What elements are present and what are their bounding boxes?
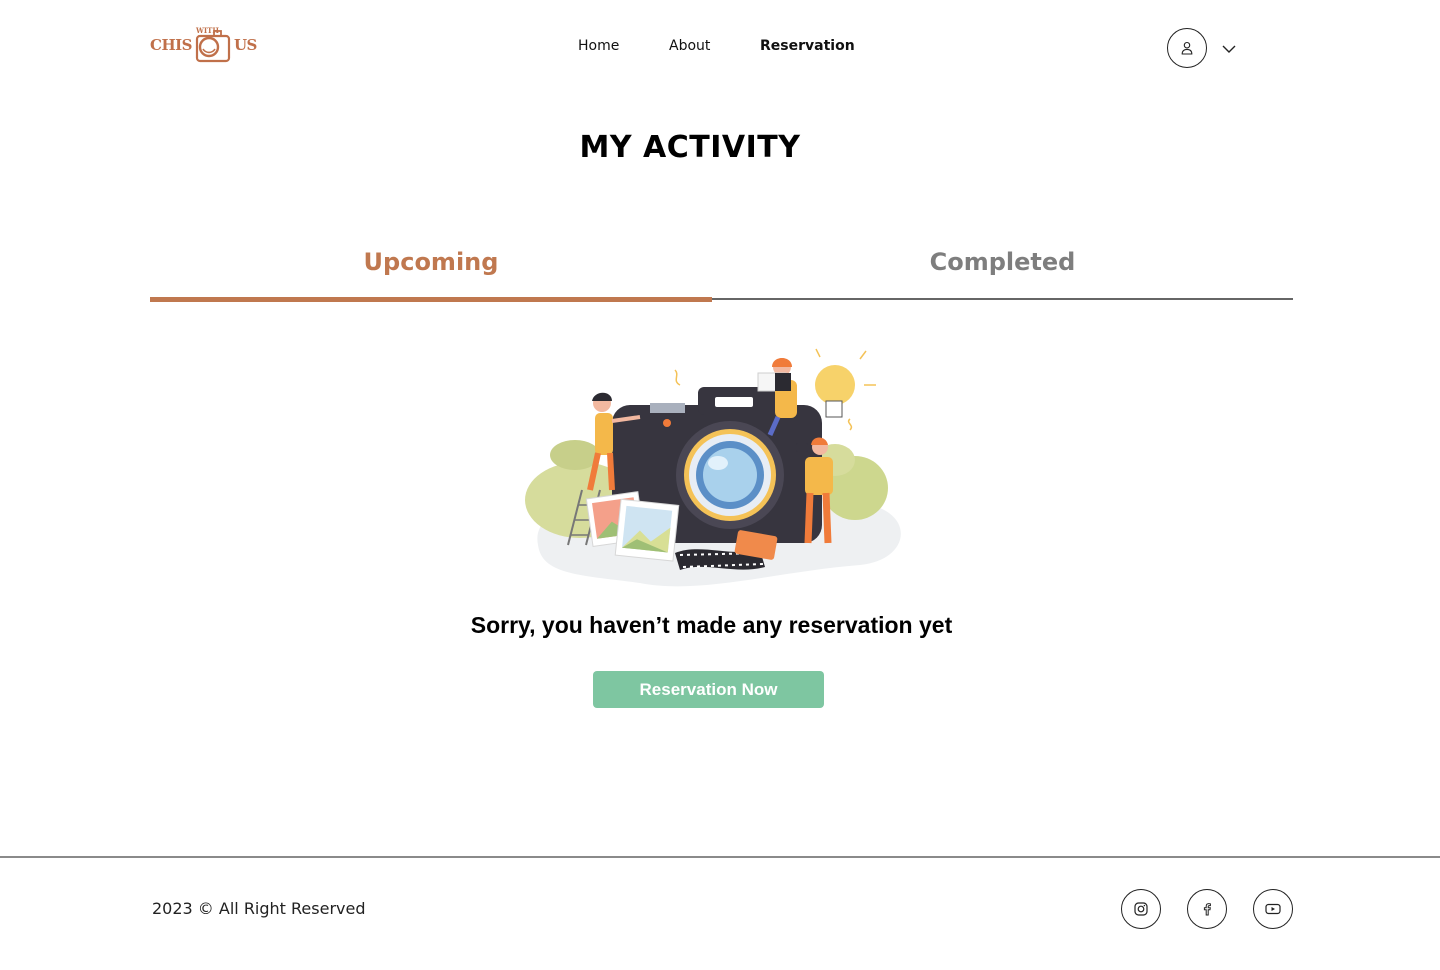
tab-upcoming[interactable]: Upcoming	[150, 240, 712, 302]
facebook-icon	[1203, 903, 1211, 916]
chevron-down-icon[interactable]	[1221, 43, 1237, 55]
empty-state-message: Sorry, you haven’t made any reservation …	[470, 612, 953, 638]
tab-upcoming-label: Upcoming	[363, 248, 499, 276]
activity-tabs: Upcoming Completed	[150, 240, 1293, 302]
youtube-button[interactable]	[1253, 889, 1293, 929]
user-icon	[1181, 41, 1193, 55]
nav-item-about[interactable]: About	[669, 38, 710, 54]
brand-word-small: WITH	[196, 26, 219, 35]
facebook-button[interactable]	[1187, 889, 1227, 929]
page-title: MY ACTIVITY	[579, 130, 801, 165]
tab-completed[interactable]: Completed	[712, 240, 1293, 300]
youtube-icon	[1265, 903, 1281, 915]
copyright-text: 2023 © All Right Reserved	[152, 899, 366, 918]
nav-item-home[interactable]: Home	[578, 38, 619, 54]
camera-team-illustration	[525, 348, 901, 587]
instagram-button[interactable]	[1121, 889, 1161, 929]
reservation-now-button[interactable]: Reservation Now	[593, 671, 824, 708]
instagram-icon	[1134, 902, 1148, 916]
user-menu-button[interactable]	[1167, 28, 1207, 68]
nav-item-reservation[interactable]: Reservation	[760, 38, 855, 54]
footer-divider	[0, 856, 1440, 858]
tab-completed-label: Completed	[929, 248, 1076, 276]
